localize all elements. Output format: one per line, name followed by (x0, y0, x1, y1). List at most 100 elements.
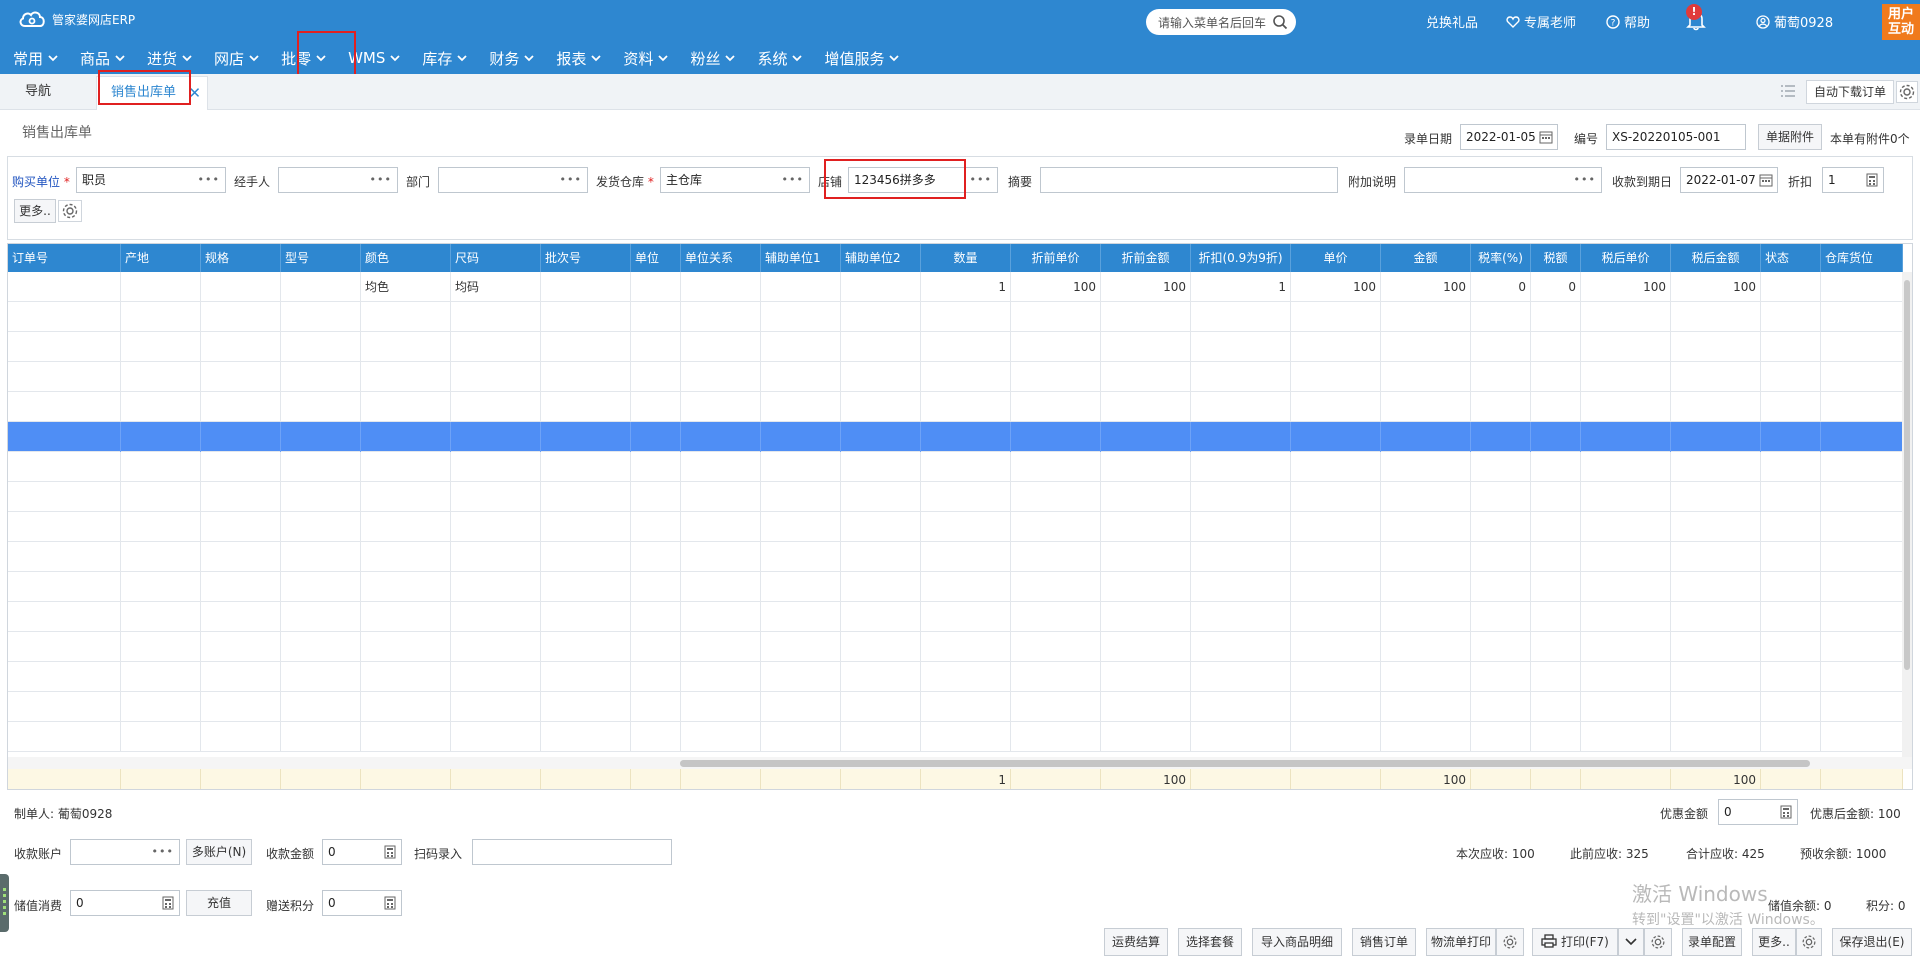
table-cell[interactable] (1101, 512, 1191, 542)
table-cell[interactable] (1381, 632, 1471, 662)
app-logo[interactable]: 管家婆网店ERP (18, 10, 135, 28)
table-cell[interactable] (841, 272, 921, 302)
table-cell[interactable] (1291, 362, 1381, 392)
extra-note-picker-icon[interactable]: ••• (1574, 168, 1596, 192)
table-cell[interactable]: 100 (1101, 272, 1191, 302)
table-cell[interactable] (281, 302, 361, 332)
table-cell[interactable] (1011, 422, 1101, 452)
table-cell[interactable] (1011, 722, 1101, 752)
table-cell[interactable] (1761, 572, 1821, 602)
table-cell[interactable] (1191, 302, 1291, 332)
table-cell[interactable] (1821, 632, 1903, 662)
table-cell[interactable] (541, 302, 631, 332)
table-cell[interactable] (1671, 602, 1761, 632)
table-cell[interactable] (761, 692, 841, 722)
table-cell[interactable] (921, 332, 1011, 362)
calculator-icon[interactable] (383, 896, 397, 910)
table-row[interactable] (8, 482, 1903, 512)
table-cell[interactable] (1011, 692, 1101, 722)
warehouse-picker-icon[interactable]: ••• (782, 168, 804, 192)
table-cell[interactable] (1821, 662, 1903, 692)
menu-item[interactable]: 资料 (610, 42, 677, 74)
table-cell[interactable] (1101, 422, 1191, 452)
table-cell[interactable] (1011, 302, 1101, 332)
column-header[interactable]: 单价 (1291, 244, 1381, 272)
table-cell[interactable] (1531, 302, 1581, 332)
table-cell[interactable] (201, 272, 281, 302)
table-cell[interactable] (361, 542, 451, 572)
table-cell[interactable] (201, 572, 281, 602)
table-cell[interactable] (1581, 692, 1671, 722)
table-cell[interactable] (841, 692, 921, 722)
table-cell[interactable] (681, 542, 761, 572)
table-cell[interactable] (921, 692, 1011, 722)
table-cell[interactable]: 1 (921, 272, 1011, 302)
table-cell[interactable] (121, 422, 201, 452)
table-cell[interactable] (1471, 722, 1531, 752)
table-cell[interactable] (921, 722, 1011, 752)
table-cell[interactable] (1191, 602, 1291, 632)
table-cell[interactable] (121, 302, 201, 332)
table-cell[interactable] (121, 542, 201, 572)
table-cell[interactable] (1821, 722, 1903, 752)
table-cell[interactable]: 均色 (361, 272, 451, 302)
table-cell[interactable] (201, 302, 281, 332)
menu-item[interactable]: 增值服务 (811, 42, 908, 74)
table-cell[interactable] (681, 302, 761, 332)
logistics-print-settings-button[interactable] (1496, 928, 1524, 956)
table-cell[interactable] (1381, 692, 1471, 722)
table-cell[interactable] (1291, 482, 1381, 512)
table-cell[interactable] (451, 392, 541, 422)
table-cell[interactable] (631, 482, 681, 512)
table-cell[interactable] (1381, 572, 1471, 602)
column-header[interactable]: 税后金额 (1671, 244, 1761, 272)
vertical-scroll-thumb[interactable] (1904, 280, 1910, 670)
table-cell[interactable] (1581, 302, 1671, 332)
table-cell[interactable] (1101, 572, 1191, 602)
table-cell[interactable] (1821, 302, 1903, 332)
table-cell[interactable] (921, 452, 1011, 482)
table-cell[interactable] (1381, 542, 1471, 572)
table-cell[interactable] (1821, 512, 1903, 542)
table-cell[interactable] (1581, 452, 1671, 482)
table-cell[interactable] (1821, 272, 1903, 302)
table-cell[interactable] (761, 392, 841, 422)
calculator-icon[interactable] (1865, 173, 1879, 187)
table-cell[interactable] (841, 362, 921, 392)
table-row[interactable] (8, 332, 1903, 362)
table-cell[interactable] (1671, 482, 1761, 512)
select-package-button[interactable]: 选择套餐 (1178, 928, 1242, 956)
table-cell[interactable] (1471, 482, 1531, 512)
table-cell[interactable] (1761, 542, 1821, 572)
table-cell[interactable] (121, 632, 201, 662)
table-cell[interactable] (1581, 332, 1671, 362)
table-cell[interactable] (541, 332, 631, 362)
entry-config-button[interactable]: 录单配置 (1682, 928, 1742, 956)
table-cell[interactable] (1291, 602, 1381, 632)
table-cell[interactable] (1291, 512, 1381, 542)
table-cell[interactable] (1381, 302, 1471, 332)
table-cell[interactable] (1191, 722, 1291, 752)
table-row[interactable] (8, 632, 1903, 662)
table-cell[interactable] (451, 632, 541, 662)
save-exit-button[interactable]: 保存退出(E) (1832, 928, 1912, 956)
menu-item[interactable]: 财务 (476, 42, 543, 74)
table-cell[interactable] (201, 482, 281, 512)
column-header[interactable]: 型号 (281, 244, 361, 272)
help-link[interactable]: ? 帮助 (1606, 12, 1650, 31)
table-cell[interactable] (121, 272, 201, 302)
table-cell[interactable] (1531, 482, 1581, 512)
table-cell[interactable] (841, 482, 921, 512)
table-row-selected[interactable] (8, 422, 1903, 452)
table-cell[interactable] (1581, 662, 1671, 692)
table-cell[interactable] (541, 482, 631, 512)
table-cell[interactable] (1761, 452, 1821, 482)
table-cell[interactable] (121, 722, 201, 752)
menu-item[interactable]: 报表 (543, 42, 610, 74)
table-cell[interactable] (1011, 392, 1101, 422)
attachment-button[interactable]: 单据附件 (1758, 124, 1822, 150)
table-cell[interactable] (631, 602, 681, 632)
table-cell[interactable] (541, 692, 631, 722)
column-header[interactable]: 单位关系 (681, 244, 761, 272)
table-cell[interactable] (631, 302, 681, 332)
